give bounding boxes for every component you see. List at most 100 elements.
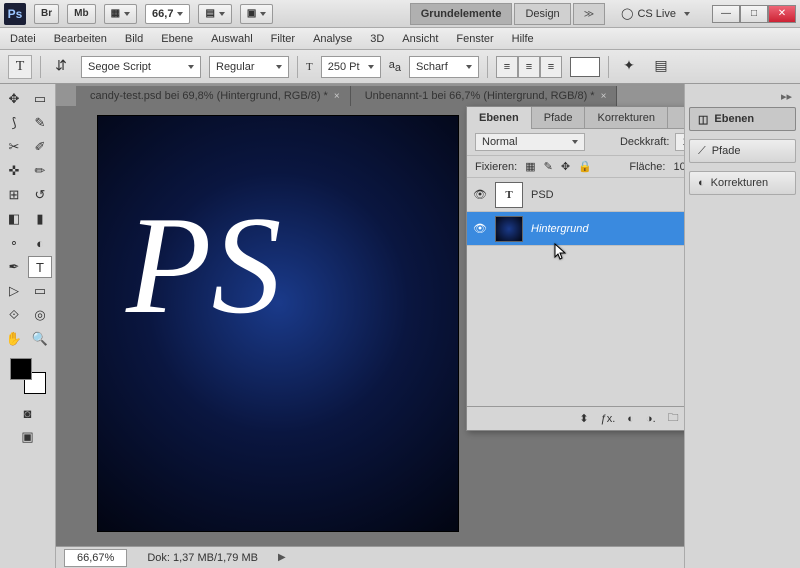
panel-tab-pfade[interactable]: Pfade	[532, 107, 586, 129]
hand-tool[interactable]: ✋	[2, 328, 26, 350]
visibility-icon[interactable]: 👁	[473, 188, 487, 201]
text-orientation-button[interactable]: ⇵	[49, 55, 73, 79]
bridge-button[interactable]: Br	[34, 4, 59, 24]
menu-bearbeiten[interactable]: Bearbeiten	[54, 33, 107, 45]
close-tab-icon[interactable]: ×	[601, 91, 607, 102]
align-left-button[interactable]: ≡	[496, 56, 518, 78]
document-tab-1[interactable]: Unbenannt-1 bei 66,7% (Hintergrund, RGB/…	[351, 86, 618, 106]
move-tool[interactable]: ✥	[2, 88, 26, 110]
healing-tool[interactable]: ✜	[2, 160, 26, 182]
minibridge-button[interactable]: Mb	[67, 4, 95, 24]
color-swatches[interactable]	[8, 356, 48, 396]
eyedropper-tool[interactable]: ✐	[28, 136, 52, 158]
menu-3d[interactable]: 3D	[370, 33, 384, 45]
menu-filter[interactable]: Filter	[271, 33, 295, 45]
dodge-tool[interactable]: ◐	[28, 232, 52, 254]
window-close-button[interactable]: ✕	[768, 5, 796, 23]
window-maximize-button[interactable]: □	[740, 5, 768, 23]
font-style-field[interactable]: Regular	[209, 56, 289, 78]
panel-tab-ebenen[interactable]: Ebenen	[467, 107, 532, 129]
screenmode-tool[interactable]: ▣	[16, 426, 40, 448]
status-menu-icon[interactable]: ▶	[278, 552, 286, 563]
layer-thumbnail[interactable]: T	[495, 182, 523, 208]
character-panel-button[interactable]: ▤	[649, 55, 673, 79]
stamp-tool[interactable]: ⊞	[2, 184, 26, 206]
menu-datei[interactable]: Datei	[10, 33, 36, 45]
lock-pixels-icon[interactable]: ✎	[544, 160, 553, 173]
menu-ansicht[interactable]: Ansicht	[402, 33, 438, 45]
close-tab-icon[interactable]: ×	[334, 91, 340, 102]
3d-tool[interactable]: ⟐	[2, 304, 26, 326]
layer-name[interactable]: PSD	[531, 189, 554, 201]
history-brush-tool[interactable]: ↺	[28, 184, 52, 206]
view-extras-button[interactable]: ▦	[104, 4, 137, 24]
pen-tool[interactable]: ✒	[2, 256, 26, 278]
opacity-field[interactable]: 100%	[675, 133, 684, 151]
adjustment-layer-icon[interactable]: ◑.	[646, 413, 656, 425]
status-doc-size[interactable]: Dok: 1,37 MB/1,79 MB	[147, 552, 258, 564]
link-layers-icon[interactable]: ⬍	[579, 412, 588, 425]
quickselect-tool[interactable]: ✎	[28, 112, 52, 134]
layer-mask-icon[interactable]: ◐	[627, 413, 634, 425]
screen-mode-button[interactable]: ▣	[240, 4, 273, 24]
arrange-documents-button[interactable]: ▤	[198, 4, 231, 24]
dock-collapse-icon[interactable]: ▸▸	[689, 90, 796, 107]
crop-tool[interactable]: ✂	[2, 136, 26, 158]
gradient-tool[interactable]: ▮	[28, 208, 52, 230]
font-size-value: 250 Pt	[328, 61, 360, 73]
menu-auswahl[interactable]: Auswahl	[211, 33, 253, 45]
workspace-tab-design[interactable]: Design	[514, 3, 570, 25]
document-tab-0[interactable]: candy-test.psd bei 69,8% (Hintergrund, R…	[76, 86, 351, 106]
panel-tab-korrekturen[interactable]: Korrekturen	[585, 107, 667, 129]
warp-text-button[interactable]: ✦	[617, 55, 641, 79]
camera-tool[interactable]: ◎	[28, 304, 52, 326]
brush-tool[interactable]: ✏	[28, 160, 52, 182]
lasso-tool[interactable]: ⟆	[2, 112, 26, 134]
layer-thumbnail[interactable]	[495, 216, 523, 242]
align-center-button[interactable]: ≡	[518, 56, 540, 78]
menu-bild[interactable]: Bild	[125, 33, 143, 45]
dock-button-pfade[interactable]: ⟋Pfade	[689, 139, 796, 163]
document-canvas[interactable]: PS	[98, 116, 458, 531]
menu-analyse[interactable]: Analyse	[313, 33, 352, 45]
dock-button-ebenen[interactable]: ◫Ebenen	[689, 107, 796, 131]
menu-hilfe[interactable]: Hilfe	[512, 33, 534, 45]
dock-button-korrekturen[interactable]: ◐Korrekturen	[689, 171, 796, 195]
menu-ebene[interactable]: Ebene	[161, 33, 193, 45]
lock-transparent-icon[interactable]: ▦	[525, 160, 535, 173]
workspace-tab-grundelemente[interactable]: Grundelemente	[410, 3, 513, 25]
cs-live-button[interactable]: ◯ CS Live	[613, 7, 698, 20]
foreground-color[interactable]	[10, 358, 32, 380]
menu-fenster[interactable]: Fenster	[456, 33, 493, 45]
type-tool[interactable]: T	[28, 256, 52, 278]
shape-tool[interactable]: ▭	[28, 280, 52, 302]
layer-name[interactable]: Hintergrund	[531, 223, 588, 235]
zoom-level-field[interactable]: 66,7	[145, 4, 190, 24]
tool-preset-button[interactable]: T	[8, 55, 32, 79]
zoom-tool[interactable]: 🔍	[28, 328, 52, 350]
quickmask-button[interactable]: ◙	[16, 402, 40, 424]
font-size-field[interactable]: 250 Pt	[321, 56, 381, 78]
path-select-tool[interactable]: ▷	[2, 280, 26, 302]
window-minimize-button[interactable]: —	[712, 5, 740, 23]
marquee-tool[interactable]: ▭	[28, 88, 52, 110]
lock-all-icon[interactable]: 🔒	[578, 160, 592, 173]
layer-row[interactable]: 👁 Hintergrund 🔒	[467, 212, 684, 246]
layer-row[interactable]: 👁 T PSD	[467, 178, 684, 212]
font-family-field[interactable]: Segoe Script	[81, 56, 201, 78]
layer-fx-icon[interactable]: ƒx.	[601, 413, 616, 425]
lock-position-icon[interactable]: ✥	[561, 160, 570, 173]
visibility-icon[interactable]: 👁	[473, 222, 487, 235]
status-zoom-field[interactable]: 66,67%	[64, 549, 127, 567]
blur-tool[interactable]: ∘	[2, 232, 26, 254]
align-right-button[interactable]: ≡	[540, 56, 562, 78]
blend-mode-field[interactable]: Normal	[475, 133, 585, 151]
layer-group-icon[interactable]: 🗀	[668, 409, 679, 428]
antialias-field[interactable]: Scharf	[409, 56, 479, 78]
fill-field[interactable]: 100%	[673, 161, 684, 173]
eraser-tool[interactable]: ◧	[2, 208, 26, 230]
text-color-swatch[interactable]	[570, 57, 600, 77]
zoom-level-value: 66,7	[152, 8, 173, 20]
status-zoom-value: 66,67%	[77, 552, 114, 564]
workspace-more-button[interactable]: ≫	[573, 3, 605, 25]
